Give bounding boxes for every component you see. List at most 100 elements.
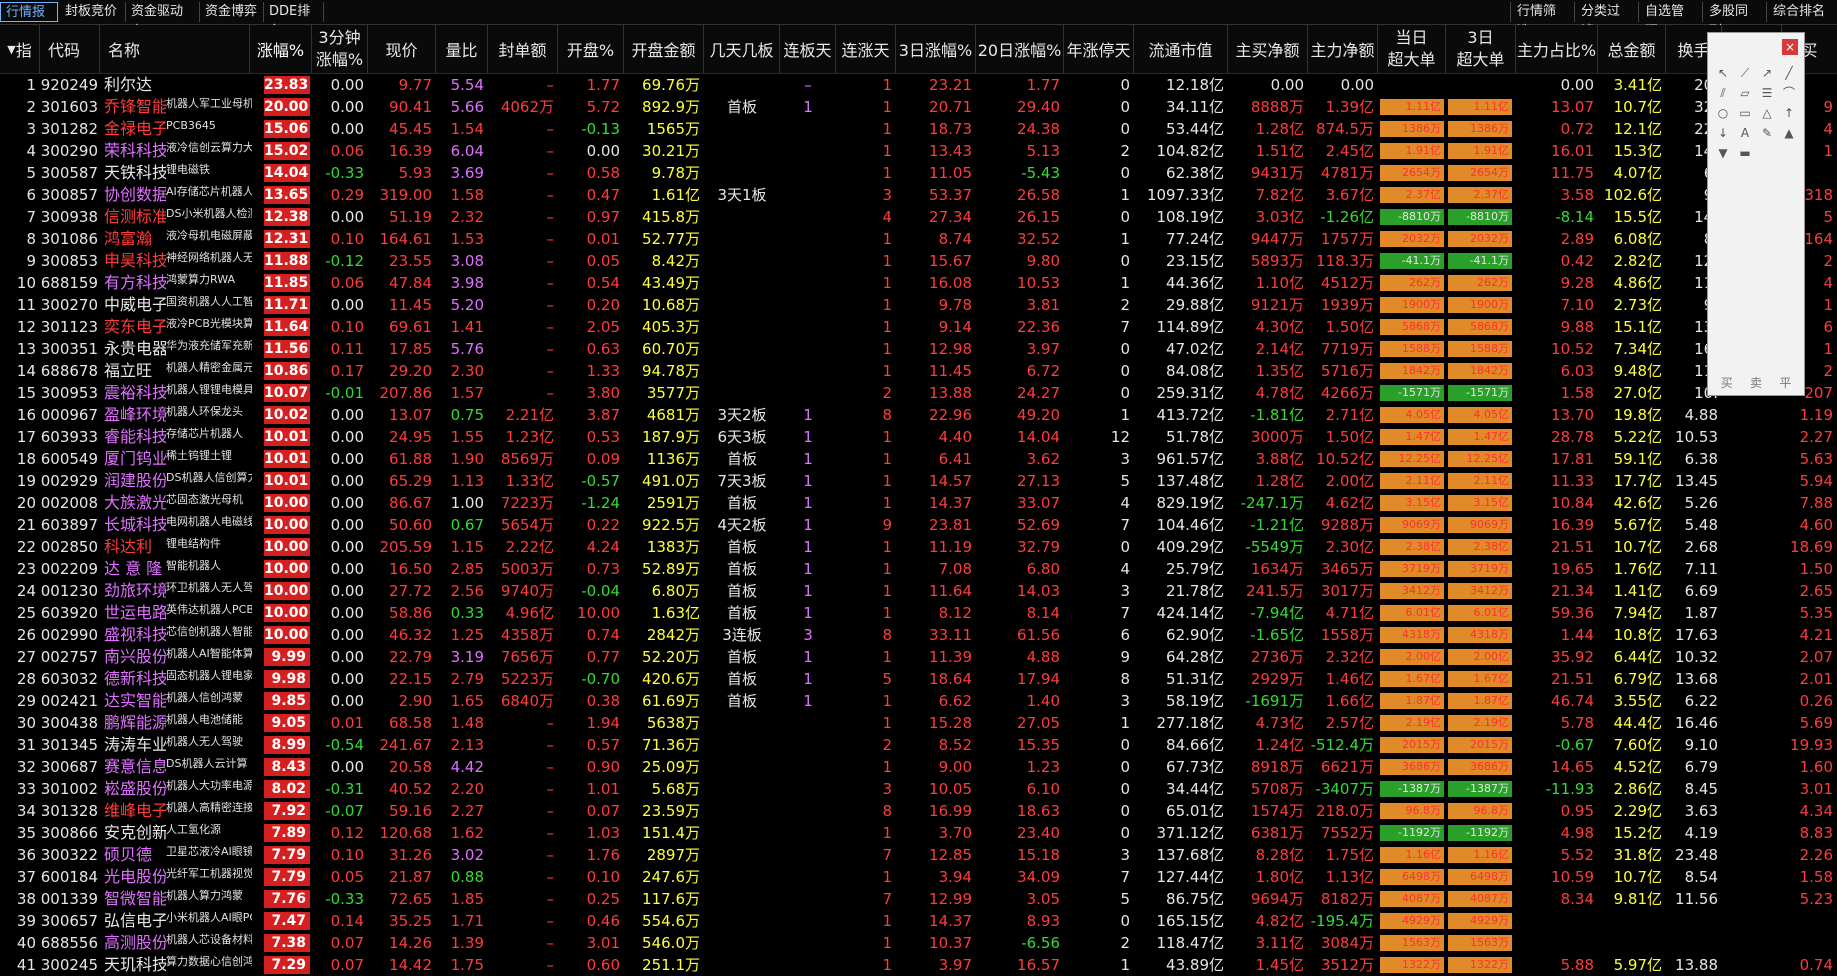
- tab-watchlist[interactable]: 自选管理: [1638, 2, 1702, 39]
- stock-name[interactable]: 信测标准: [104, 206, 166, 228]
- circle-icon[interactable]: ○: [1712, 103, 1734, 123]
- table-row[interactable]: 41 300245 7.29 0.07 14.42 1.75 – 0.60 251.1万 1 3.9…: [0, 954, 1837, 976]
- table-row[interactable]: 26 002990 10.00 0.00 46.32 1.25 4358万 0.74 2842万…: [0, 624, 1837, 646]
- flat-mark-icon[interactable]: ▬: [1734, 143, 1756, 163]
- stock-name[interactable]: 利尔达: [104, 74, 166, 96]
- header-name[interactable]: 名称: [100, 25, 250, 73]
- stock-name[interactable]: 涛涛车业: [104, 734, 166, 756]
- tab-fund-game[interactable]: 资金博弈: [200, 2, 264, 22]
- table-row[interactable]: 12 301123 11.64 0.10 69.61 1.41 – 2.05 405.3万 1 9.…: [0, 316, 1837, 338]
- header-seal[interactable]: 封单额: [488, 25, 558, 73]
- table-row[interactable]: 18 600549 10.01 0.00 61.88 1.90 8569万 0.09 1136万…: [0, 448, 1837, 470]
- ray-icon[interactable]: ↗: [1756, 63, 1778, 83]
- header-open-pct[interactable]: 开盘%: [558, 25, 624, 73]
- mark-tool-1[interactable]: 卖: [1750, 374, 1762, 391]
- table-row[interactable]: 25 603920 10.00 0.00 58.86 0.33 4.96亿 10.00 1.63…: [0, 602, 1837, 624]
- table-row[interactable]: 33 301002 8.02 -0.31 40.52 2.20 – 1.01 5.68万 3 10.…: [0, 778, 1837, 800]
- header-code[interactable]: 代码: [40, 25, 100, 73]
- stock-name[interactable]: 睿能科技: [104, 426, 166, 448]
- header-today-superlarge[interactable]: 当日 超大单: [1378, 25, 1446, 73]
- header-year-limitup[interactable]: 年涨停天: [1064, 25, 1134, 73]
- table-row[interactable]: 32 300687 8.43 0.00 20.58 4.42 – 0.90 25.09万 1 9.0…: [0, 756, 1837, 778]
- arc-icon[interactable]: ⌒: [1778, 83, 1800, 103]
- arrow-up-icon[interactable]: ↑: [1778, 103, 1800, 123]
- table-row[interactable]: 10 688159 11.85 0.06 47.84 3.98 – 0.54 43.49万 1 16…: [0, 272, 1837, 294]
- close-icon[interactable]: ×: [1782, 39, 1798, 55]
- mark-tool-0[interactable]: 买: [1721, 374, 1733, 391]
- sell-mark-icon[interactable]: ▼: [1712, 143, 1734, 163]
- tab-quotes[interactable]: 行情报价: [0, 2, 58, 40]
- triangle-icon[interactable]: △: [1756, 103, 1778, 123]
- table-row[interactable]: 22 002850 10.00 0.00 205.59 1.15 2.22亿 4.24 1383…: [0, 536, 1837, 558]
- header-3d-superlarge[interactable]: 3日 超大单: [1446, 25, 1516, 73]
- header-pct[interactable]: 涨幅%: [250, 25, 312, 73]
- table-row[interactable]: 38 001339 7.76 -0.33 72.65 1.85 – 0.25 117.6万 7 12…: [0, 888, 1837, 910]
- stock-name[interactable]: 鹏辉能源: [104, 712, 166, 734]
- stock-name[interactable]: 长城科技: [104, 514, 166, 536]
- stock-name[interactable]: 智微智能: [104, 888, 166, 910]
- table-row[interactable]: 17 603933 10.01 0.00 24.95 1.55 1.23亿 0.53 187.9…: [0, 426, 1837, 448]
- table-row[interactable]: 2 301603 20.00 0.00 90.41 5.66 4062万 5.72 892.9万…: [0, 96, 1837, 118]
- stock-name[interactable]: 永贵电器: [104, 338, 166, 360]
- table-row[interactable]: 3 301282 15.06 0.00 45.45 1.54 – -0.13 1565万 1 18.…: [0, 118, 1837, 140]
- table-row[interactable]: 1 920249 23.83 0.00 9.77 5.54–1.77 69.76万 –1 23.…: [0, 74, 1837, 96]
- mark-tool-2[interactable]: 平: [1779, 374, 1791, 391]
- table-row[interactable]: 39 300657 7.47 0.14 35.25 1.71 – 0.46 554.6万 1 14.…: [0, 910, 1837, 932]
- stock-name[interactable]: 金禄电子: [104, 118, 166, 140]
- table-row[interactable]: 30 300438 9.05 0.01 68.58 1.48 – 1.94 5638万 1 15.2…: [0, 712, 1837, 734]
- segment-icon[interactable]: ╱: [1778, 63, 1800, 83]
- tab-seal-auction[interactable]: 封板竞价: [60, 2, 126, 22]
- header-mcap[interactable]: 流通市值: [1134, 25, 1228, 73]
- table-row[interactable]: 28 603032 9.98 0.00 22.15 2.79 5223万 -0.70 420.6…: [0, 668, 1837, 690]
- header-rise-days[interactable]: 连涨天: [836, 25, 896, 73]
- header-days-boards[interactable]: 几天几板: [704, 25, 780, 73]
- tab-multi-stock[interactable]: 多股同列: [1702, 2, 1766, 39]
- stock-name[interactable]: 盛视科技: [104, 624, 166, 646]
- stock-name[interactable]: 盈峰环境: [104, 404, 166, 426]
- tab-fund-drive[interactable]: 资金驱动力: [126, 2, 200, 39]
- line-icon[interactable]: ⟋: [1734, 63, 1756, 83]
- stock-name[interactable]: 世运电路: [104, 602, 166, 624]
- tab-overall-rank[interactable]: 综合排名: [1766, 2, 1837, 22]
- stock-name[interactable]: 科达利: [104, 536, 166, 558]
- stock-name[interactable]: 光电股份: [104, 866, 166, 888]
- arrow-down-icon[interactable]: ↓: [1712, 123, 1734, 143]
- table-row[interactable]: 11 300270 11.71 0.00 11.45 5.20 – 0.20 10.68万 1 9.…: [0, 294, 1837, 316]
- header-volume-ratio[interactable]: 量比: [436, 25, 488, 73]
- stock-name[interactable]: 鸿富瀚: [104, 228, 166, 250]
- parallel-icon[interactable]: ⫽: [1712, 83, 1734, 103]
- rect-icon[interactable]: ▭: [1734, 103, 1756, 123]
- stock-name[interactable]: 弘信电子: [104, 910, 166, 932]
- stock-name[interactable]: 天铁科技: [104, 162, 166, 184]
- text-icon[interactable]: A: [1734, 123, 1756, 143]
- table-row[interactable]: 9 300853 11.88 -0.12 23.55 3.08 – 0.05 8.42万 1 15.…: [0, 250, 1837, 272]
- stock-name[interactable]: 震裕科技: [104, 382, 166, 404]
- stock-name[interactable]: 赛意信息: [104, 756, 166, 778]
- cursor-icon[interactable]: ↖: [1712, 63, 1734, 83]
- fibonacci-icon[interactable]: ☰: [1756, 83, 1778, 103]
- table-row[interactable]: 19 002929 10.01 0.00 65.29 1.13 1.33亿 -0.57 491.…: [0, 470, 1837, 492]
- stock-name[interactable]: 协创数据: [104, 184, 166, 206]
- stock-name[interactable]: 维峰电子: [104, 800, 166, 822]
- buy-mark-icon[interactable]: ▲: [1778, 123, 1800, 143]
- table-row[interactable]: 15 300953 10.07 -0.01 207.86 1.57 – 3.80 3577万 2 1…: [0, 382, 1837, 404]
- channel-icon[interactable]: ▱: [1734, 83, 1756, 103]
- stock-name[interactable]: 中威电子: [104, 294, 166, 316]
- stock-name[interactable]: 南兴股份: [104, 646, 166, 668]
- header-net-buy[interactable]: 主买净额: [1228, 25, 1308, 73]
- stock-name[interactable]: 厦门钨业: [104, 448, 166, 470]
- stock-name[interactable]: 达 意 隆: [104, 558, 166, 580]
- tab-category-filter[interactable]: 分类过滤: [1574, 2, 1638, 39]
- table-row[interactable]: 5 300587 14.04 -0.33 5.93 3.69 – 0.58 9.78万 1 11.0…: [0, 162, 1837, 184]
- header-main-ratio[interactable]: 主力占比%: [1516, 25, 1598, 73]
- table-row[interactable]: 21 603897 10.00 0.00 50.60 0.67 5654万 0.22 922.5…: [0, 514, 1837, 536]
- stock-name[interactable]: 荣科科技: [104, 140, 166, 162]
- stock-name[interactable]: 崧盛股份: [104, 778, 166, 800]
- table-row[interactable]: 35 300866 7.89 0.12 120.68 1.62 – 1.03 151.4万 1 3.…: [0, 822, 1837, 844]
- table-row[interactable]: 31 301345 8.99 -0.54 241.67 2.13 – 0.57 71.36万 2 8…: [0, 734, 1837, 756]
- table-row[interactable]: 29 002421 9.85 0.00 2.90 1.65 6840万 0.38 61.69万 首…: [0, 690, 1837, 712]
- table-row[interactable]: 20 002008 10.00 0.00 86.67 1.00 7223万 -1.24 2591…: [0, 492, 1837, 514]
- table-row[interactable]: 40 688556 7.38 0.07 14.26 1.39 – 3.01 546.0万 1 10.…: [0, 932, 1837, 954]
- header-3d-pct[interactable]: 3日涨幅%: [896, 25, 976, 73]
- table-row[interactable]: 16 000967 10.02 0.00 13.07 0.75 2.21亿 3.87 4681万…: [0, 404, 1837, 426]
